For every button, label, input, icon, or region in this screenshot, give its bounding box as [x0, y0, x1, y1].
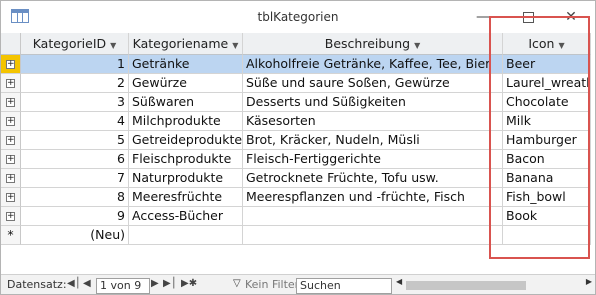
- table-window: tblKategorien — ✕ KategorieID ▼ Kategorie…: [0, 0, 596, 295]
- cell-beschreibung[interactable]: [243, 207, 503, 226]
- cell-kategorieid[interactable]: 8: [21, 188, 129, 207]
- cell-kategorieid[interactable]: 1: [21, 55, 129, 74]
- cell-kategorieid[interactable]: 4: [21, 112, 129, 131]
- expand-icon[interactable]: +: [6, 136, 15, 145]
- row-selector[interactable]: +: [1, 55, 21, 74]
- record-navigator: Datensatz: ◀│ ◀ 1 von 9 ▶ ▶│ ▶✱ ▽ Kein F…: [1, 274, 595, 294]
- cell-beschreibung[interactable]: Alkoholfreie Getränke, Kaffee, Tee, Bier: [243, 55, 503, 74]
- header-label: KategorieID: [32, 36, 107, 51]
- select-all-corner[interactable]: [1, 33, 21, 55]
- dropdown-arrow-icon[interactable]: ▼: [414, 41, 420, 50]
- cell-beschreibung[interactable]: Getrocknete Früchte, Tofu usw.: [243, 169, 503, 188]
- cell-kategoriename[interactable]: Milchprodukte: [129, 112, 243, 131]
- cell-kategoriename[interactable]: Naturprodukte: [129, 169, 243, 188]
- row-selector[interactable]: +: [1, 112, 21, 131]
- expand-icon[interactable]: +: [6, 193, 15, 202]
- cell-beschreibung[interactable]: Brot, Kräcker, Nudeln, Müsli: [243, 131, 503, 150]
- cell-kategorieid[interactable]: 7: [21, 169, 129, 188]
- record-label: Datensatz:: [7, 278, 67, 291]
- record-position-field[interactable]: 1 von 9: [96, 278, 150, 294]
- row-selector[interactable]: +: [1, 150, 21, 169]
- cell-kategoriename[interactable]: Getreideprodukte: [129, 131, 243, 150]
- cell-kategorieid[interactable]: 9: [21, 207, 129, 226]
- cell-kategoriename[interactable]: Fleischprodukte: [129, 150, 243, 169]
- cell-beschreibung[interactable]: Fleisch-Fertiggerichte: [243, 150, 503, 169]
- expand-icon[interactable]: +: [6, 79, 15, 88]
- cell-kategoriename[interactable]: [129, 226, 243, 245]
- scroll-right-icon[interactable]: ▶: [586, 277, 592, 286]
- filter-icon: ▽: [233, 278, 241, 289]
- new-record-marker[interactable]: *: [1, 226, 21, 245]
- cell-beschreibung[interactable]: Desserts und Süßigkeiten: [243, 93, 503, 112]
- expand-icon[interactable]: +: [6, 212, 15, 221]
- header-beschreibung[interactable]: Beschreibung ▼: [243, 33, 503, 55]
- header-kategoriename[interactable]: Kategoriename ▼: [129, 33, 243, 55]
- cell-beschreibung[interactable]: Meerespflanzen und -früchte, Fisch: [243, 188, 503, 207]
- expand-icon[interactable]: +: [6, 174, 15, 183]
- new-record-icon[interactable]: ▶✱: [181, 278, 197, 289]
- cell-beschreibung[interactable]: Süße und saure Soßen, Gewürze: [243, 74, 503, 93]
- highlight-box: [489, 16, 590, 259]
- row-selector[interactable]: +: [1, 131, 21, 150]
- cell-kategorieid[interactable]: (Neu): [21, 226, 129, 245]
- cell-kategoriename[interactable]: Getränke: [129, 55, 243, 74]
- cell-beschreibung[interactable]: Käsesorten: [243, 112, 503, 131]
- row-selector[interactable]: +: [1, 74, 21, 93]
- cell-kategoriename[interactable]: Gewürze: [129, 74, 243, 93]
- row-selector[interactable]: +: [1, 93, 21, 112]
- dropdown-arrow-icon[interactable]: ▼: [232, 41, 238, 50]
- row-selector[interactable]: +: [1, 169, 21, 188]
- scroll-left-icon[interactable]: ◀: [396, 277, 402, 286]
- cell-kategoriename[interactable]: Access-Bücher: [129, 207, 243, 226]
- cell-kategorieid[interactable]: 5: [21, 131, 129, 150]
- expand-icon[interactable]: +: [6, 117, 15, 126]
- header-label: Beschreibung: [324, 36, 411, 51]
- first-record-icon[interactable]: ◀│: [67, 278, 81, 289]
- header-label: Kategoriename: [132, 36, 229, 51]
- row-selector[interactable]: +: [1, 207, 21, 226]
- filter-status[interactable]: Kein Filter: [245, 278, 299, 291]
- previous-record-icon[interactable]: ◀: [83, 278, 91, 289]
- cell-kategorieid[interactable]: 2: [21, 74, 129, 93]
- expand-icon[interactable]: +: [6, 60, 15, 69]
- row-selector[interactable]: +: [1, 188, 21, 207]
- minimize-icon: —: [476, 9, 490, 25]
- last-record-icon[interactable]: ▶│: [163, 278, 177, 289]
- cell-beschreibung[interactable]: [243, 226, 503, 245]
- cell-kategoriename[interactable]: Meeresfrüchte: [129, 188, 243, 207]
- cell-kategorieid[interactable]: 6: [21, 150, 129, 169]
- expand-icon[interactable]: +: [6, 98, 15, 107]
- expand-icon[interactable]: +: [6, 155, 15, 164]
- scroll-thumb[interactable]: [406, 281, 526, 290]
- next-record-icon[interactable]: ▶: [151, 278, 159, 289]
- cell-kategorieid[interactable]: 3: [21, 93, 129, 112]
- cell-kategoriename[interactable]: Süßwaren: [129, 93, 243, 112]
- search-input[interactable]: Suchen: [296, 278, 392, 294]
- dropdown-arrow-icon[interactable]: ▼: [110, 41, 116, 50]
- horizontal-scrollbar[interactable]: ◀ ▶: [396, 277, 592, 291]
- header-kategorieid[interactable]: KategorieID ▼: [21, 33, 129, 55]
